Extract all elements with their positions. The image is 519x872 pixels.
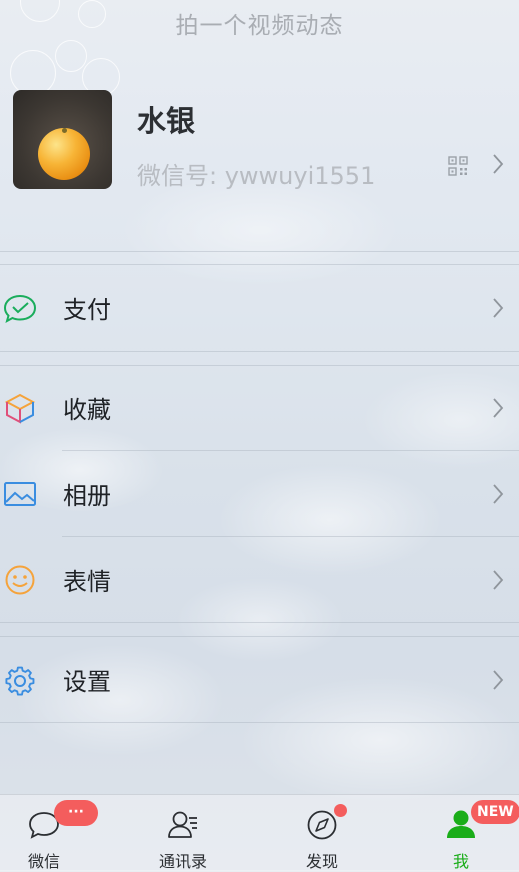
unread-badge: ··· <box>54 800 98 826</box>
chevron-right-icon <box>493 484 504 504</box>
divider <box>0 622 519 623</box>
menu-label: 表情 <box>63 568 111 596</box>
decor-bubble <box>55 40 87 72</box>
chevron-right-icon <box>493 570 504 590</box>
divider <box>0 251 519 252</box>
contacts-icon <box>168 811 197 838</box>
chevron-right-icon <box>493 398 504 418</box>
avatar[interactable] <box>13 90 112 189</box>
chevron-right-icon <box>493 154 504 174</box>
tab-discover[interactable]: 发现 <box>272 795 372 871</box>
pay-icon <box>3 294 37 324</box>
tab-label: 通讯录 <box>158 852 207 871</box>
profile-name: 水银 <box>137 104 196 138</box>
wechat-id-value: ywwuyi1551 <box>224 162 376 190</box>
new-badge: NEW <box>471 800 519 824</box>
divider <box>0 351 519 352</box>
qr-code-icon[interactable] <box>448 156 468 176</box>
profile-card[interactable]: 水银 微信号: ywwuyi1551 <box>0 90 519 190</box>
tab-me[interactable]: NEW 我 <box>411 795 519 871</box>
wechat-id-label: 微信号: <box>137 162 225 190</box>
menu-item-pay[interactable]: 支付 <box>0 265 519 351</box>
favorites-cube-icon <box>4 393 36 424</box>
tab-contacts[interactable]: 通讯录 <box>133 795 233 871</box>
album-icon <box>4 482 36 506</box>
tab-wechat[interactable]: ··· 微信 <box>0 795 98 871</box>
menu-label: 设置 <box>63 668 111 696</box>
tab-label: 发现 <box>305 852 338 871</box>
divider <box>0 722 519 723</box>
menu-item-settings[interactable]: 设置 <box>0 637 519 723</box>
chevron-right-icon <box>493 670 504 690</box>
chevron-right-icon <box>493 298 504 318</box>
menu-label: 收藏 <box>63 396 111 424</box>
video-moment-hint[interactable]: 拍一个视频动态 <box>0 6 519 40</box>
settings-gear-icon <box>5 666 35 696</box>
tab-label: 我 <box>452 852 469 871</box>
menu-label: 相册 <box>63 482 111 510</box>
discover-dot-badge <box>334 804 347 817</box>
menu-label: 支付 <box>63 296 111 324</box>
menu-item-album[interactable]: 相册 <box>0 451 519 537</box>
wechat-id-row: 微信号: ywwuyi1551 <box>137 156 375 191</box>
emoji-smile-icon <box>5 565 35 595</box>
menu-item-favorites[interactable]: 收藏 <box>0 365 519 451</box>
bottom-tab-bar: ··· 微信 通讯录 发现 NEW 我 <box>0 794 519 871</box>
tab-label: 微信 <box>27 852 60 871</box>
menu-item-emoji[interactable]: 表情 <box>0 537 519 623</box>
